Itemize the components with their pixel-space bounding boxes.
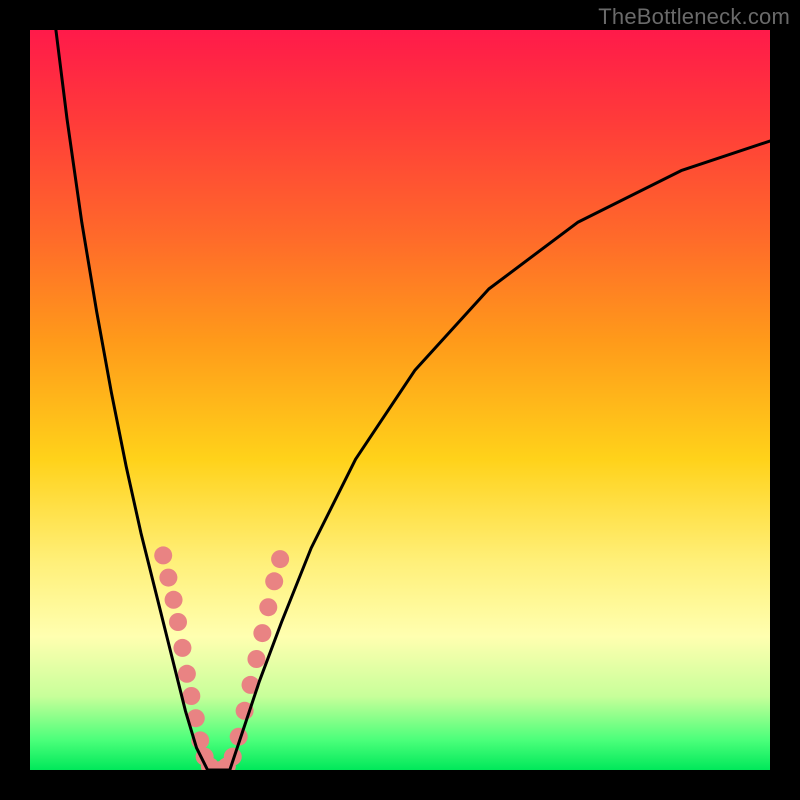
highlight-dot (154, 546, 172, 564)
chart-svg (30, 30, 770, 770)
chart-frame: TheBottleneck.com (0, 0, 800, 800)
highlight-dot (271, 550, 289, 568)
highlight-dot (265, 572, 283, 590)
highlight-dot (159, 569, 177, 587)
curve-right-curve (230, 141, 770, 770)
highlight-dot (182, 687, 200, 705)
highlight-dot (169, 613, 187, 631)
curve-left-curve (56, 30, 208, 770)
highlight-dot (165, 591, 183, 609)
watermark-text: TheBottleneck.com (598, 4, 790, 30)
highlight-dot (173, 639, 191, 657)
highlight-dot (253, 624, 271, 642)
curve-layer (56, 30, 770, 770)
highlight-dot (259, 598, 277, 616)
highlight-dot (178, 665, 196, 683)
plot-area (30, 30, 770, 770)
highlight-dot (247, 650, 265, 668)
